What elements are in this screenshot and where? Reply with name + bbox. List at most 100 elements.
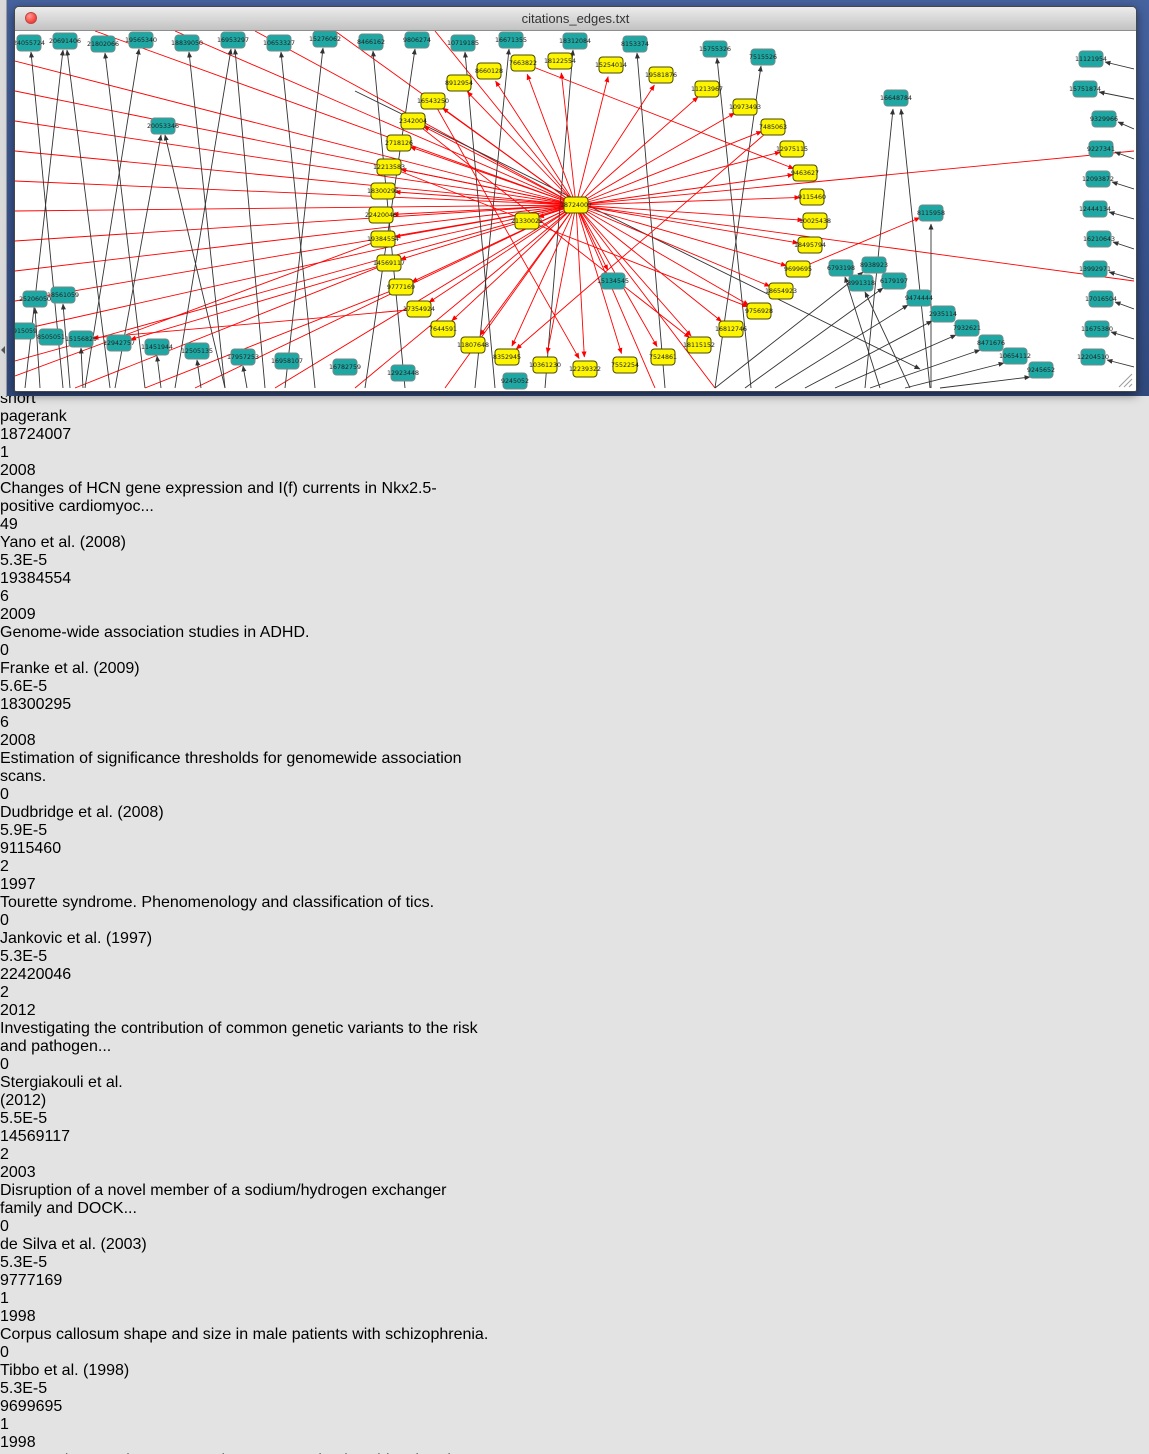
table-cell[interactable]: Yano et al. (2008)	[0, 534, 170, 552]
table-cell[interactable]: Changes of HCN gene expression and I(f) …	[0, 480, 489, 516]
graph-node[interactable]: 2342004	[399, 113, 427, 129]
table-cell[interactable]: Tibbo et al. (1998)	[0, 1362, 170, 1380]
table-cell[interactable]: 1998	[0, 1434, 77, 1452]
graph-node[interactable]: 19384554	[367, 231, 399, 247]
table-cell[interactable]: 14569117	[0, 1128, 96, 1146]
graph-node[interactable]: 10653327	[263, 35, 295, 51]
table-cell[interactable]: Tourette syndrome. Phenomenology and cla…	[0, 894, 489, 912]
table-cell[interactable]: Jankovic et al. (1997)	[0, 930, 170, 948]
table-cell[interactable]: 9699695	[0, 1398, 96, 1416]
graph-node[interactable]: 18495794	[794, 237, 826, 253]
table-cell[interactable]: Franke et al. (2009)	[0, 660, 170, 678]
table-row[interactable]: 969969511998Structural magnetic resonanc…	[0, 1398, 1149, 1454]
table-cell[interactable]: 49	[0, 516, 79, 534]
table-cell[interactable]: 2012	[0, 1002, 77, 1020]
graph-node[interactable]: 8115958	[917, 205, 945, 221]
network-canvas[interactable]: 18724007 18122554 15254014 19581876 1121…	[15, 31, 1136, 392]
graph-node[interactable]: 9474444	[905, 290, 933, 306]
graph-node[interactable]: 15755326	[699, 41, 731, 57]
table-cell[interactable]: 2	[0, 858, 93, 876]
graph-node[interactable]: 16812746	[715, 321, 747, 337]
graph-node[interactable]: 18839050	[171, 35, 203, 51]
graph-node[interactable]: 10654112	[999, 348, 1031, 364]
graph-node[interactable]: 16958107	[271, 353, 303, 369]
graph-node[interactable]: 7485063	[759, 119, 787, 135]
graph-node[interactable]: 12204510	[1077, 349, 1109, 365]
graph-node[interactable]: 18122554	[544, 53, 576, 69]
graph-node[interactable]: 16782759	[329, 359, 361, 375]
graph-node[interactable]: 7515526	[749, 49, 777, 65]
table-row[interactable]: 2242004622012Investigating the contribut…	[0, 966, 1149, 1128]
table-cell[interactable]: 0	[0, 1218, 79, 1236]
table-cell[interactable]: 0	[0, 1056, 79, 1074]
graph-node[interactable]: 12975115	[776, 141, 808, 157]
graph-node[interactable]: 8352945	[493, 349, 521, 365]
table-cell[interactable]: 5.3E-5	[0, 552, 105, 570]
graph-node[interactable]: 9915059	[15, 323, 37, 339]
table-cell[interactable]: Structural magnetic resonance image aver…	[0, 1452, 489, 1454]
graph-node[interactable]: 7524861	[649, 349, 677, 365]
graph-node[interactable]: 9699695	[784, 261, 812, 277]
graph-node[interactable]: 11451944	[141, 339, 173, 355]
graph-node[interactable]: 2718126	[385, 135, 413, 151]
table-cell[interactable]: 2003	[0, 1164, 77, 1182]
graph-node[interactable]: 9756928	[745, 303, 773, 319]
graph-node[interactable]: 7663822	[509, 55, 537, 71]
table-cell[interactable]: Genome-wide association studies in ADHD.	[0, 624, 489, 642]
graph-node[interactable]: 19581876	[645, 67, 677, 83]
table-cell[interactable]: 1	[0, 1416, 93, 1434]
graph-node[interactable]: 12942757	[103, 335, 135, 351]
table-cell[interactable]: Corpus callosum shape and size in male p…	[0, 1326, 489, 1344]
table-cell[interactable]: 2009	[0, 606, 77, 624]
graph-node[interactable]: 9806274	[403, 32, 431, 48]
graph-node[interactable]: 22420046	[365, 207, 397, 223]
table-cell[interactable]: Stergiakouli et al. (2012)	[0, 1074, 170, 1110]
graph-node[interactable]: 24055724	[15, 35, 45, 51]
table-cell[interactable]: 5.3E-5	[0, 1254, 105, 1272]
table-cell[interactable]: Investigating the contribution of common…	[0, 1020, 489, 1056]
graph-node[interactable]: 8505051	[37, 329, 65, 345]
table-cell[interactable]: 5.3E-5	[0, 1380, 105, 1398]
table-cell[interactable]: 9115460	[0, 840, 96, 858]
network-view-window[interactable]: citations_edges.txt 18724007 18122554 15…	[14, 6, 1137, 392]
table-cell[interactable]: 19384554	[0, 570, 96, 588]
graph-node[interactable]: 17016504	[1085, 291, 1117, 307]
graph-node[interactable]: 20691406	[49, 33, 81, 49]
table-cell[interactable]: 1	[0, 444, 93, 462]
column-header-pagerank[interactable]: pagerank	[0, 408, 105, 426]
graph-node[interactable]: 18724007	[560, 197, 592, 213]
graph-node[interactable]: 20053346	[147, 118, 179, 134]
graph-node[interactable]: 21802066	[87, 36, 119, 52]
table-cell[interactable]: 0	[0, 642, 79, 660]
control-panel-splitter[interactable]	[0, 0, 7, 396]
network-window-titlebar[interactable]: citations_edges.txt	[15, 7, 1136, 31]
graph-node[interactable]: 8471676	[977, 335, 1005, 351]
table-cell[interactable]: 1998	[0, 1308, 77, 1326]
table-cell[interactable]: 0	[0, 786, 79, 804]
graph-node[interactable]: 15254014	[595, 57, 627, 73]
graph-node[interactable]: 16671355	[495, 32, 527, 48]
graph-node[interactable]: 12505135	[181, 343, 213, 359]
table-cell[interactable]: Estimation of significance thresholds fo…	[0, 750, 489, 786]
table-cell[interactable]: 2	[0, 1146, 93, 1164]
table-cell[interactable]: 2	[0, 984, 93, 1002]
graph-node[interactable]: 9245052	[501, 373, 529, 389]
graph-node[interactable]: 12213583	[373, 159, 405, 175]
graph-node[interactable]: 9463627	[791, 165, 819, 181]
graph-node[interactable]: 16543250	[417, 93, 449, 109]
graph-node[interactable]: 11675380	[1081, 321, 1113, 337]
table-cell[interactable]: 1997	[0, 876, 77, 894]
graph-node[interactable]: 9115460	[798, 189, 826, 205]
table-cell[interactable]: 2008	[0, 732, 77, 750]
graph-node[interactable]: 12444134	[1079, 201, 1111, 217]
table-cell[interactable]: 5.6E-5	[0, 678, 105, 696]
graph-node[interactable]: 12923448	[387, 365, 419, 381]
graph-node[interactable]: 15276062	[309, 31, 341, 47]
graph-node[interactable]: 8660128	[475, 63, 503, 79]
table-cell[interactable]: 0	[0, 1344, 79, 1362]
table-row[interactable]: 1830029562008Estimation of significance …	[0, 696, 1149, 840]
graph-node[interactable]: 10719185	[447, 35, 479, 51]
graph-node[interactable]: 10361230	[529, 357, 561, 373]
graph-node[interactable]: 15134545	[597, 273, 629, 289]
graph-node[interactable]: 14569117	[373, 255, 405, 271]
